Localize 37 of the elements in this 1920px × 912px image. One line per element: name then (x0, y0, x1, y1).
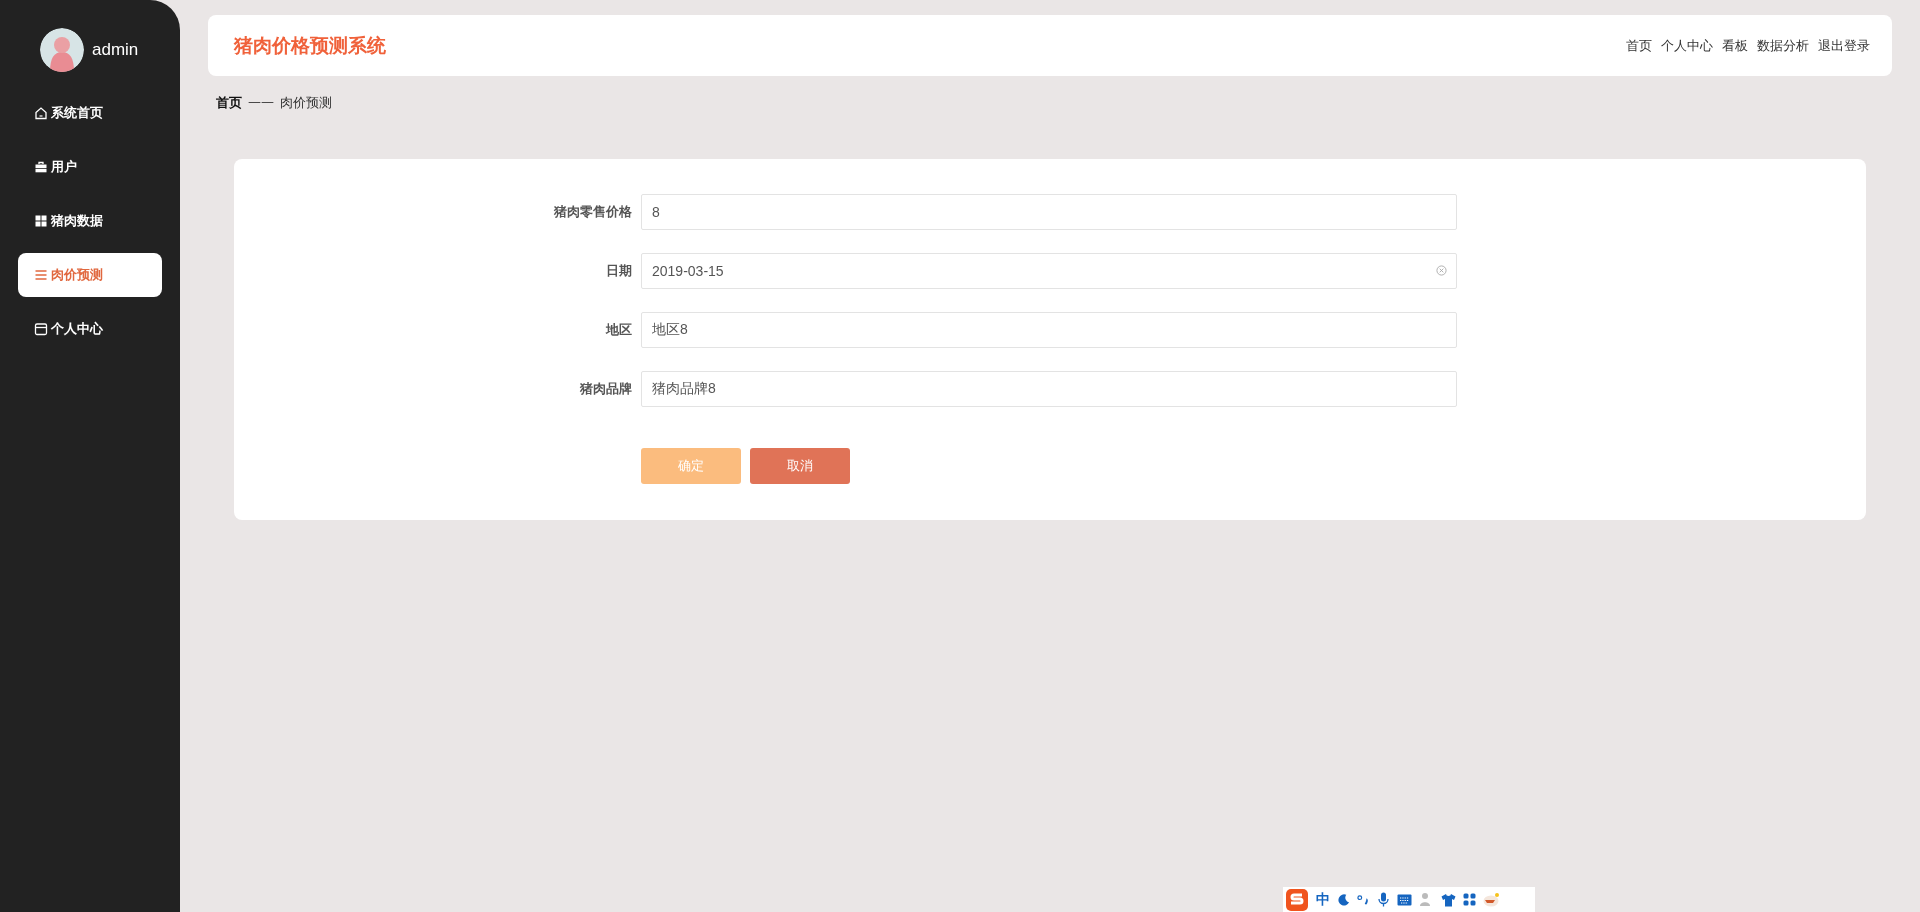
field-label: 猪肉品牌 (579, 380, 633, 398)
nav-link[interactable]: 首页 (1626, 36, 1652, 55)
sidebar-item[interactable]: 系统首页 (18, 91, 162, 135)
moon-icon[interactable] (1337, 893, 1350, 906)
nav-link[interactable]: 看板 (1722, 36, 1748, 55)
breadcrumb-current: 肉价预测 (280, 94, 332, 112)
briefcase-icon (34, 160, 48, 174)
sidebar-item[interactable]: 个人中心 (18, 307, 162, 351)
nav-link[interactable]: 退出登录 (1818, 36, 1870, 55)
home-icon (34, 106, 48, 120)
field-label: 日期 (605, 262, 633, 280)
nav-link[interactable]: 数据分析 (1757, 36, 1809, 55)
input-field[interactable]: 8 (641, 194, 1457, 230)
date-field[interactable]: 2019-03-15 (641, 253, 1457, 289)
field-label: 地区 (604, 321, 633, 339)
input-mode[interactable]: 中 (1316, 890, 1330, 909)
mascot-icon[interactable] (1483, 892, 1500, 907)
sidebar-item[interactable]: 猪肉数据 (18, 199, 162, 243)
microphone-icon[interactable] (1377, 892, 1390, 907)
field-label: 猪肉零售价格 (553, 203, 633, 221)
list-icon (34, 268, 48, 282)
app-title: 猪肉价格预测系统 (234, 32, 386, 58)
breadcrumb-home[interactable]: 首页 (216, 94, 242, 114)
punctuation-icon[interactable] (1357, 893, 1370, 906)
input-field[interactable]: 地区8 (641, 312, 1457, 348)
keyboard-icon[interactable] (1397, 893, 1412, 906)
shirt-icon[interactable] (1441, 892, 1456, 907)
apps-icon[interactable] (1463, 893, 1476, 906)
card-icon (34, 322, 48, 336)
user-name: admin (92, 40, 139, 60)
sidebar-item[interactable]: 用户 (18, 145, 162, 189)
nav-link[interactable]: 个人中心 (1661, 36, 1713, 55)
grid-icon (34, 214, 48, 228)
input-field[interactable]: 猪肉品牌8 (641, 371, 1457, 407)
avatar (40, 28, 84, 72)
logo-icon[interactable] (1285, 887, 1309, 912)
breadcrumb-separator: —— (248, 94, 274, 111)
